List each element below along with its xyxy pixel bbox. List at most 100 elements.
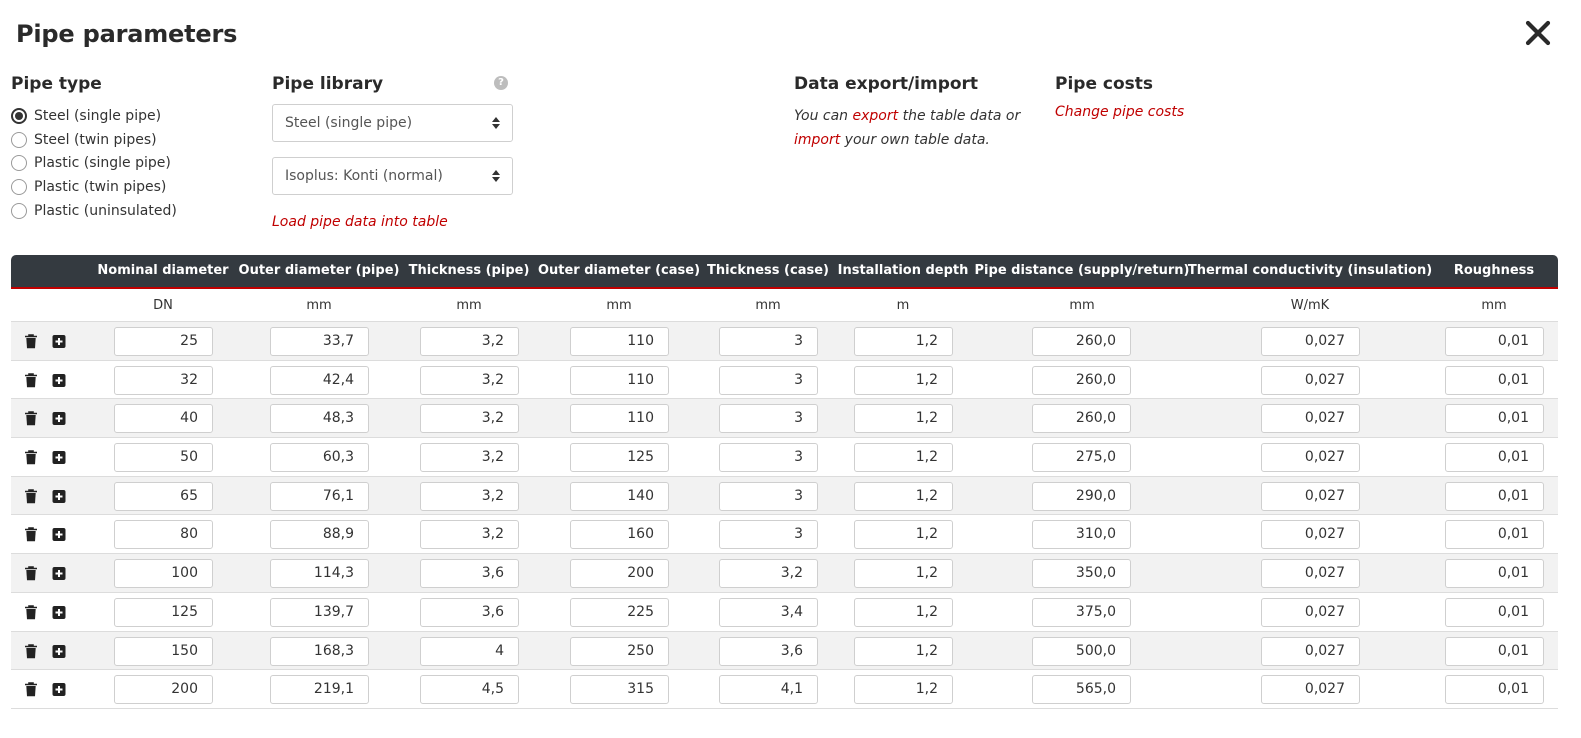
trash-icon[interactable] — [24, 450, 38, 465]
trash-icon[interactable] — [24, 527, 38, 542]
table-input-pipe-distance[interactable]: 290,0 — [1032, 481, 1131, 511]
add-row-icon[interactable] — [52, 605, 66, 620]
table-input-thermal-conductivity[interactable]: 0,027 — [1261, 559, 1360, 589]
table-input-nominal-diameter[interactable]: 40 — [114, 404, 213, 434]
table-input-thickness-case[interactable]: 4,1 — [719, 675, 818, 705]
add-row-icon[interactable] — [52, 682, 66, 697]
table-input-roughness[interactable]: 0,01 — [1445, 520, 1544, 550]
pipe-type-option[interactable]: Plastic (single pipe) — [11, 152, 177, 176]
table-input-installation-depth[interactable]: 1,2 — [854, 559, 953, 589]
table-input-pipe-distance[interactable]: 260,0 — [1032, 365, 1131, 395]
table-input-installation-depth[interactable]: 1,2 — [854, 520, 953, 550]
radio-button[interactable] — [11, 107, 27, 124]
table-input-thickness-case[interactable]: 3 — [719, 404, 818, 434]
table-input-nominal-diameter[interactable]: 100 — [114, 559, 213, 589]
table-input-pipe-distance[interactable]: 310,0 — [1032, 520, 1131, 550]
table-input-thickness-pipe[interactable]: 3,2 — [420, 365, 519, 395]
add-row-icon[interactable] — [52, 373, 66, 388]
table-input-nominal-diameter[interactable]: 50 — [114, 443, 213, 473]
table-input-thickness-case[interactable]: 3 — [719, 327, 818, 356]
pipe-type-option[interactable]: Steel (twin pipes) — [11, 128, 177, 152]
table-input-thickness-pipe[interactable]: 3,2 — [420, 404, 519, 434]
table-input-thickness-case[interactable]: 3,2 — [719, 559, 818, 589]
close-icon[interactable] — [1522, 17, 1554, 49]
trash-icon[interactable] — [24, 334, 38, 349]
table-input-outer-diameter-pipe[interactable]: 48,3 — [270, 404, 369, 434]
add-row-icon[interactable] — [52, 644, 66, 659]
pipe-type-select[interactable]: Steel (single pipe) — [272, 104, 513, 142]
table-input-outer-diameter-pipe[interactable]: 33,7 — [270, 327, 369, 356]
pipe-type-option[interactable]: Steel (single pipe) — [11, 104, 177, 128]
table-input-outer-diameter-pipe[interactable]: 114,3 — [270, 559, 369, 589]
radio-button[interactable] — [11, 131, 27, 148]
add-row-icon[interactable] — [52, 450, 66, 465]
table-input-pipe-distance[interactable]: 260,0 — [1032, 404, 1131, 434]
radio-button[interactable] — [11, 155, 27, 172]
pipe-product-select[interactable]: Isoplus: Konti (normal) — [272, 157, 513, 195]
table-input-thermal-conductivity[interactable]: 0,027 — [1261, 481, 1360, 511]
table-input-nominal-diameter[interactable]: 80 — [114, 520, 213, 550]
table-input-pipe-distance[interactable]: 375,0 — [1032, 597, 1131, 627]
table-input-thermal-conductivity[interactable]: 0,027 — [1261, 597, 1360, 627]
export-link[interactable]: export — [853, 108, 899, 124]
table-input-thickness-pipe[interactable]: 3,2 — [420, 443, 519, 473]
table-input-thermal-conductivity[interactable]: 0,027 — [1261, 365, 1360, 395]
table-input-outer-diameter-case[interactable]: 225 — [570, 597, 669, 627]
trash-icon[interactable] — [24, 566, 38, 581]
table-input-roughness[interactable]: 0,01 — [1445, 404, 1544, 434]
table-input-pipe-distance[interactable]: 500,0 — [1032, 636, 1131, 666]
table-input-roughness[interactable]: 0,01 — [1445, 443, 1544, 473]
add-row-icon[interactable] — [52, 411, 66, 426]
add-row-icon[interactable] — [52, 527, 66, 542]
table-input-roughness[interactable]: 0,01 — [1445, 675, 1544, 705]
trash-icon[interactable] — [24, 682, 38, 697]
table-input-outer-diameter-pipe[interactable]: 168,3 — [270, 636, 369, 666]
table-input-roughness[interactable]: 0,01 — [1445, 327, 1544, 356]
table-input-thickness-case[interactable]: 3,6 — [719, 636, 818, 666]
table-input-roughness[interactable]: 0,01 — [1445, 597, 1544, 627]
table-input-installation-depth[interactable]: 1,2 — [854, 481, 953, 511]
table-input-thickness-pipe[interactable]: 3,2 — [420, 327, 519, 356]
table-input-outer-diameter-pipe[interactable]: 76,1 — [270, 481, 369, 511]
table-input-installation-depth[interactable]: 1,2 — [854, 675, 953, 705]
table-input-thickness-pipe[interactable]: 3,2 — [420, 481, 519, 511]
help-icon[interactable]: ? — [494, 76, 508, 90]
table-input-roughness[interactable]: 0,01 — [1445, 636, 1544, 666]
table-input-installation-depth[interactable]: 1,2 — [854, 636, 953, 666]
table-input-pipe-distance[interactable]: 350,0 — [1032, 559, 1131, 589]
table-input-outer-diameter-pipe[interactable]: 60,3 — [270, 443, 369, 473]
table-input-nominal-diameter[interactable]: 25 — [114, 327, 213, 356]
table-input-thickness-pipe[interactable]: 3,2 — [420, 520, 519, 550]
table-input-outer-diameter-pipe[interactable]: 42,4 — [270, 365, 369, 395]
add-row-icon[interactable] — [52, 489, 66, 504]
table-input-thickness-case[interactable]: 3 — [719, 365, 818, 395]
table-input-thickness-pipe[interactable]: 3,6 — [420, 597, 519, 627]
table-input-thickness-case[interactable]: 3 — [719, 443, 818, 473]
table-input-outer-diameter-pipe[interactable]: 139,7 — [270, 597, 369, 627]
change-pipe-costs-link[interactable]: Change pipe costs — [1055, 104, 1184, 120]
table-input-nominal-diameter[interactable]: 200 — [114, 675, 213, 705]
table-input-thermal-conductivity[interactable]: 0,027 — [1261, 520, 1360, 550]
table-input-thickness-case[interactable]: 3,4 — [719, 597, 818, 627]
table-input-nominal-diameter[interactable]: 32 — [114, 365, 213, 395]
load-pipe-data-link[interactable]: Load pipe data into table — [272, 214, 448, 230]
table-input-thermal-conductivity[interactable]: 0,027 — [1261, 404, 1360, 434]
pipe-type-option[interactable]: Plastic (twin pipes) — [11, 175, 177, 199]
table-input-outer-diameter-case[interactable]: 315 — [570, 675, 669, 705]
table-input-outer-diameter-case[interactable]: 125 — [570, 443, 669, 473]
table-input-installation-depth[interactable]: 1,2 — [854, 597, 953, 627]
table-input-thermal-conductivity[interactable]: 0,027 — [1261, 443, 1360, 473]
trash-icon[interactable] — [24, 411, 38, 426]
table-input-pipe-distance[interactable]: 565,0 — [1032, 675, 1131, 705]
table-input-outer-diameter-pipe[interactable]: 219,1 — [270, 675, 369, 705]
table-input-installation-depth[interactable]: 1,2 — [854, 443, 953, 473]
table-input-thickness-case[interactable]: 3 — [719, 481, 818, 511]
trash-icon[interactable] — [24, 488, 38, 504]
import-link[interactable]: import — [794, 132, 840, 148]
table-input-outer-diameter-case[interactable]: 140 — [570, 481, 669, 511]
table-input-pipe-distance[interactable]: 275,0 — [1032, 443, 1131, 473]
table-input-thickness-pipe[interactable]: 4,5 — [420, 675, 519, 705]
table-input-thickness-pipe[interactable]: 3,6 — [420, 559, 519, 589]
table-input-nominal-diameter[interactable]: 150 — [114, 636, 213, 666]
table-input-nominal-diameter[interactable]: 65 — [114, 481, 213, 511]
